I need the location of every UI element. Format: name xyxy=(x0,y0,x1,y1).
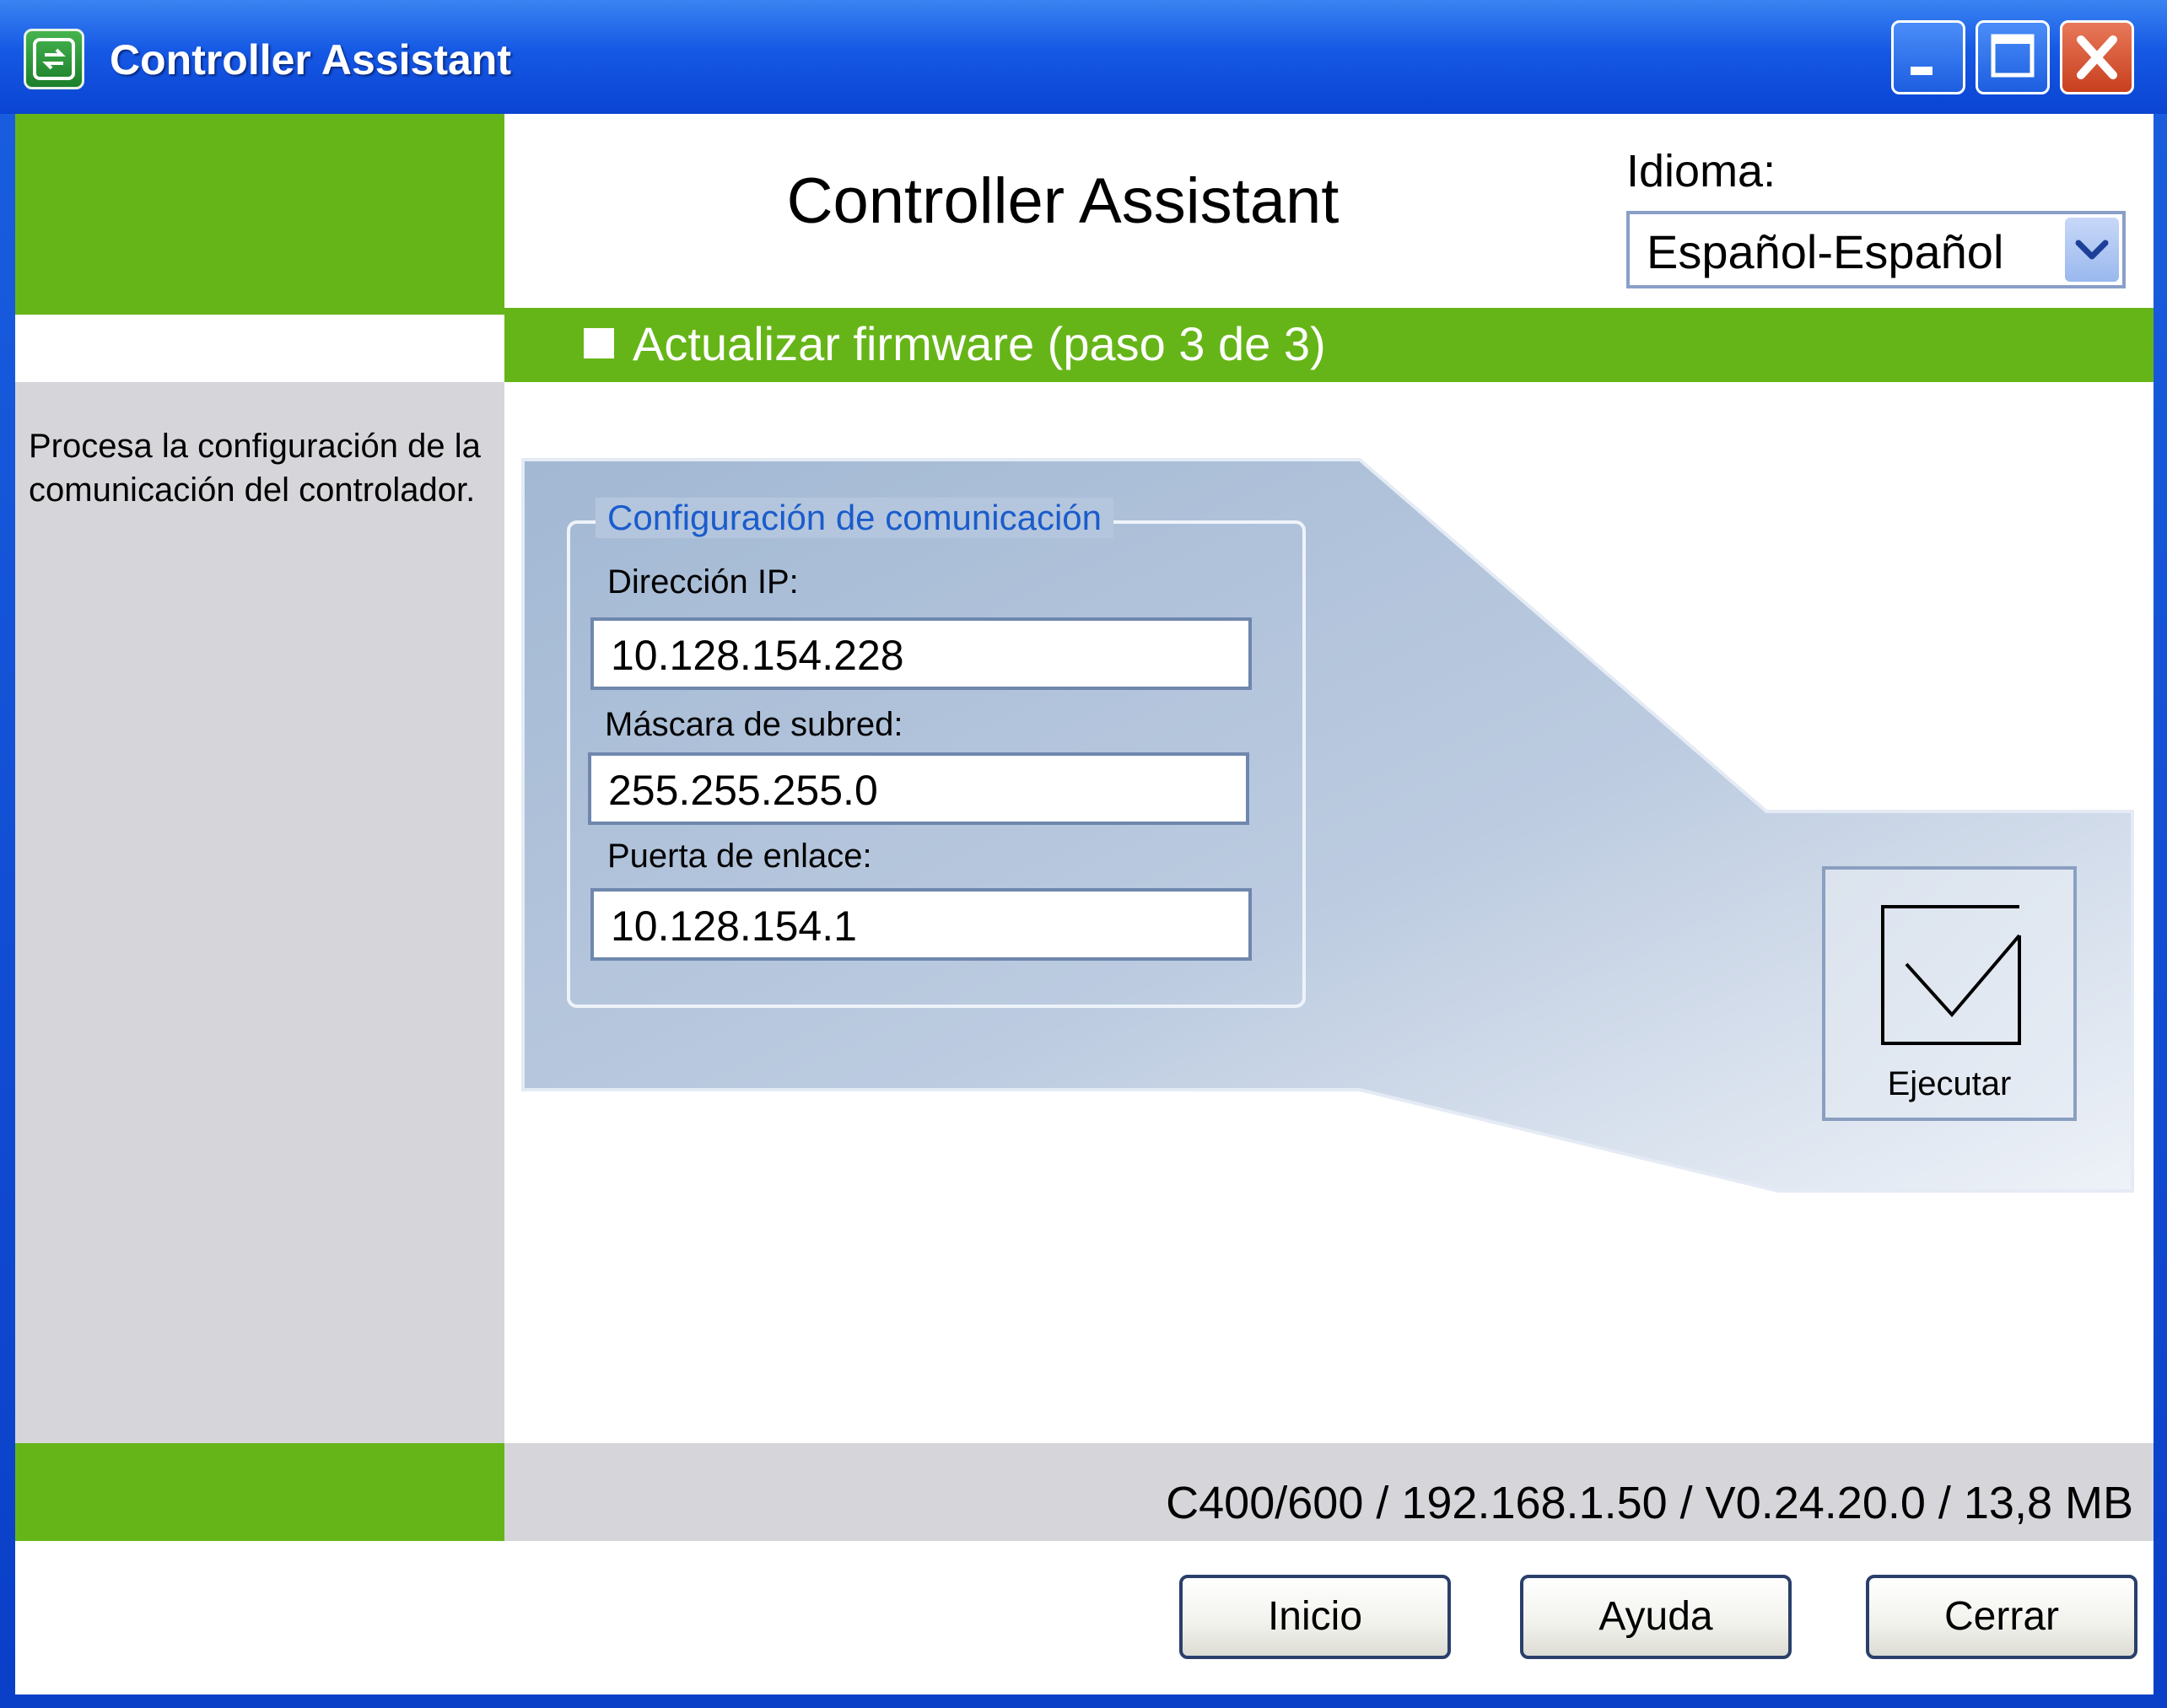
execute-label: Ejecutar xyxy=(1887,1065,2012,1102)
execute-button[interactable]: Ejecutar xyxy=(1822,866,2077,1121)
inicio-button[interactable]: Inicio xyxy=(1179,1575,1451,1659)
ip-address-field[interactable]: 10.128.154.228 xyxy=(590,617,1252,690)
groupbox-title: Configuración de comunicación xyxy=(596,498,1114,538)
gateway-label: Puerta de enlace: xyxy=(607,838,872,875)
gateway-field[interactable]: 10.128.154.1 xyxy=(590,888,1252,961)
subnet-mask-value: 255.255.255.0 xyxy=(608,767,878,814)
status-text: C400/600 / 192.168.1.50 / V0.24.20.0 / 1… xyxy=(1166,1478,2133,1528)
checkbox-check-icon xyxy=(1881,905,2021,1045)
close-dialog-button[interactable]: Cerrar xyxy=(1866,1575,2137,1659)
status-bar: C400/600 / 192.168.1.50 / V0.24.20.0 / 1… xyxy=(504,1443,2154,1541)
subnet-label: Máscara de subred: xyxy=(605,706,903,743)
status-accent-block xyxy=(15,1443,504,1541)
help-button[interactable]: Ayuda xyxy=(1520,1575,1792,1659)
subnet-mask-field[interactable]: 255.255.255.0 xyxy=(588,752,1249,825)
ip-label: Dirección IP: xyxy=(607,563,799,601)
ip-address-value: 10.128.154.228 xyxy=(611,632,904,679)
gateway-value: 10.128.154.1 xyxy=(611,902,857,950)
